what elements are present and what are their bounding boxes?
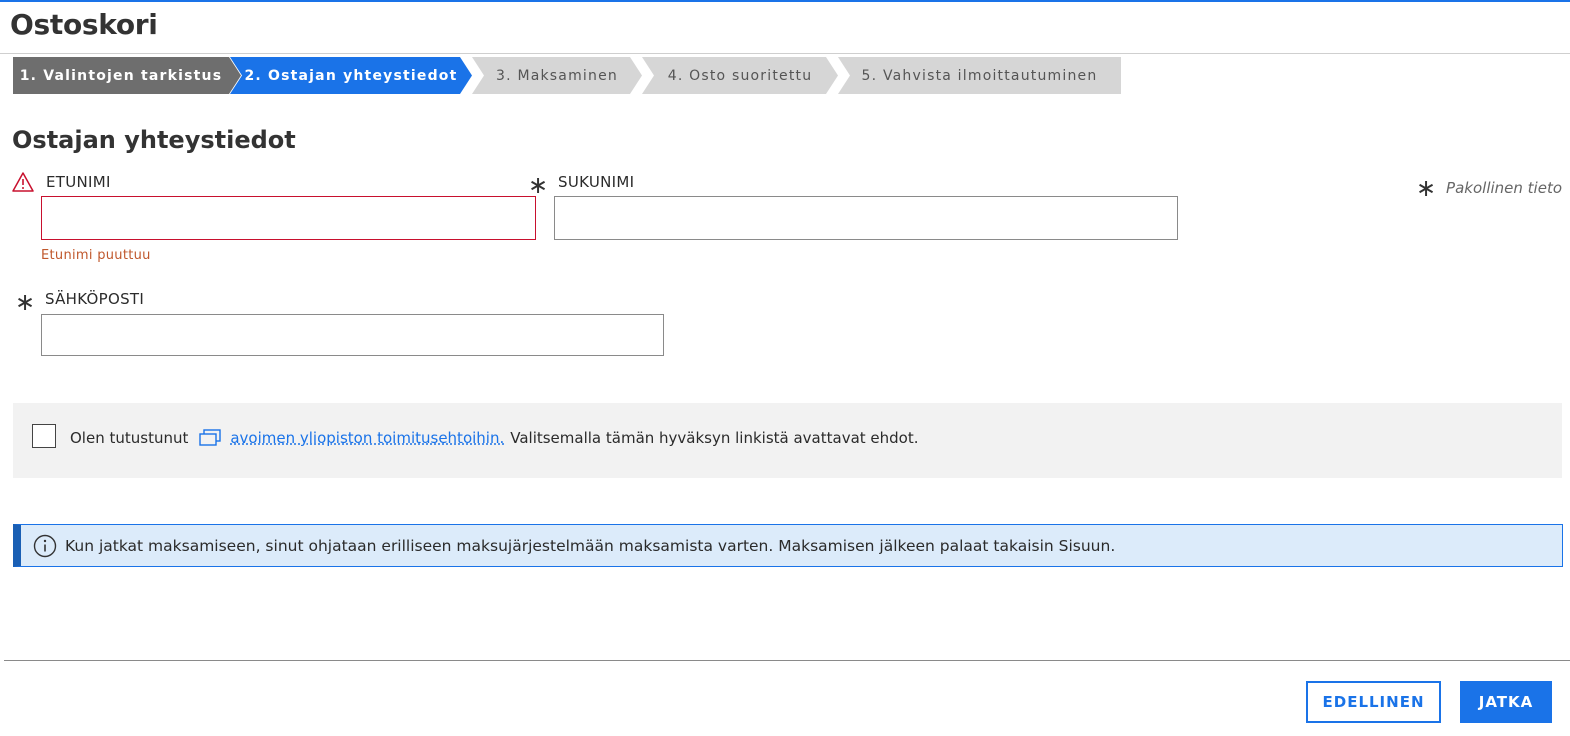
required-note-text: Pakollinen tieto: [1446, 179, 1562, 197]
warning-icon: [12, 172, 34, 192]
footer-divider: [4, 660, 1570, 661]
step-4-label: 4. Osto suoritettu: [667, 67, 813, 84]
required-note: ∗ Pakollinen tieto: [1416, 176, 1562, 200]
step-3-label: 3. Maksaminen: [496, 67, 618, 84]
terms-checkbox[interactable]: [32, 424, 56, 448]
required-asterisk-icon: ∗: [15, 288, 36, 316]
step-1-label: 1. Valintojen tarkistus: [19, 67, 223, 84]
last-name-label: SUKUNIMI: [558, 173, 635, 191]
checkout-stepper: 1. Valintojen tarkistus 2. Ostajan yhtey…: [13, 57, 1121, 94]
step-5: 5. Vahvista ilmoittautuminen: [838, 57, 1121, 94]
title-divider: [0, 53, 1570, 54]
step-3: 3. Maksaminen: [472, 57, 642, 94]
info-icon: [33, 534, 57, 558]
required-asterisk-icon: ∗: [528, 171, 549, 199]
terms-text: Olen tutustunut avoimen yliopiston toimi…: [70, 429, 919, 447]
email-input[interactable]: [41, 314, 664, 356]
continue-button[interactable]: JATKA: [1460, 681, 1552, 723]
terms-box: Olen tutustunut avoimen yliopiston toimi…: [13, 403, 1562, 478]
terms-link-text: avoimen yliopiston toimitusehtoihin.: [230, 429, 505, 447]
required-asterisk-icon: ∗: [1415, 174, 1437, 202]
first-name-label: ETUNIMI: [46, 173, 111, 191]
step-5-label: 5. Vahvista ilmoittautuminen: [861, 67, 1098, 84]
notice-text: Kun jatkat maksamiseen, sinut ohjataan e…: [65, 536, 1116, 555]
terms-prefix: Olen tutustunut: [70, 429, 189, 447]
previous-button[interactable]: EDELLINEN: [1306, 681, 1441, 723]
terms-suffix: Valitsemalla tämän hyväksyn linkistä ava…: [510, 429, 919, 447]
last-name-input[interactable]: [554, 196, 1178, 240]
page-title: Ostoskori: [10, 8, 158, 41]
section-title: Ostajan yhteystiedot: [12, 126, 296, 154]
terms-link[interactable]: avoimen yliopiston toimitusehtoihin.: [198, 429, 504, 447]
step-2: 2. Ostajan yhteystiedot: [230, 57, 472, 94]
info-notice: Kun jatkat maksamiseen, sinut ohjataan e…: [13, 524, 1563, 567]
external-link-icon: [199, 429, 222, 446]
first-name-input[interactable]: [41, 196, 536, 240]
step-4: 4. Osto suoritettu: [642, 57, 838, 94]
step-1: 1. Valintojen tarkistus: [13, 57, 241, 94]
email-label: SÄHKÖPOSTI: [45, 290, 145, 308]
top-accent-bar: [0, 0, 1570, 2]
step-2-label: 2. Ostajan yhteystiedot: [244, 67, 458, 84]
first-name-error: Etunimi puuttuu: [41, 248, 151, 263]
